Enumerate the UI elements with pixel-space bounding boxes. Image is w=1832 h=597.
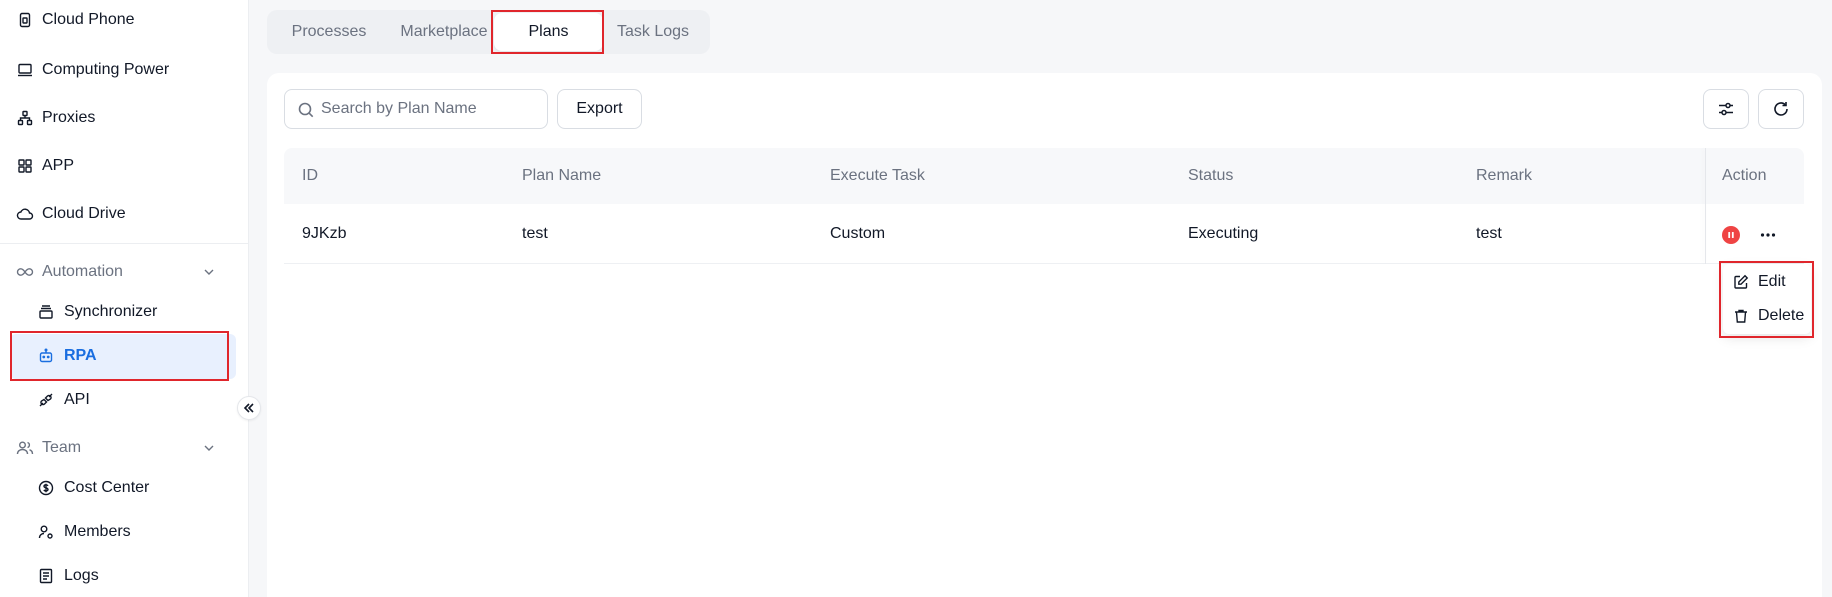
menu-item-edit[interactable]: Edit [1723,266,1811,298]
sidebar: Cloud Phone Computing Power Proxies APP … [0,0,249,597]
tab-bar: Processes Marketplace Plans Task Logs [267,10,710,54]
tab-task-logs[interactable]: Task Logs [603,10,703,54]
sidebar-item-label: Cloud Phone [42,11,135,28]
column-header-remark: Remark [1476,167,1533,184]
column-header-status: Status [1188,167,1234,184]
user-gear-icon [37,523,55,541]
double-chevron-left-icon [243,403,254,413]
sidebar-item-label: RPA [64,347,97,364]
sidebar-item-cloud-phone[interactable]: Cloud Phone [0,0,249,40]
tab-processes[interactable]: Processes [273,10,385,54]
plug-icon [37,391,55,409]
cell-id: 9JKzb [302,225,347,242]
tab-plans[interactable]: Plans [494,13,603,51]
sidebar-item-label: API [64,391,90,408]
sidebar-item-label: Members [64,523,131,540]
more-actions-button[interactable] [1756,225,1780,245]
refresh-button[interactable] [1758,89,1804,129]
filter-settings-button[interactable] [1703,89,1749,129]
sidebar-item-logs[interactable]: Logs [0,556,249,596]
collapse-sidebar-button[interactable] [237,396,261,420]
cloud-icon [16,205,34,223]
row-actions-menu: Edit Delete [1723,264,1811,334]
menu-item-label: Edit [1758,273,1786,290]
tab-marketplace[interactable]: Marketplace [385,10,503,54]
sidebar-item-label: Cloud Drive [42,205,126,222]
search-input[interactable] [321,98,541,120]
sidebar-item-cloud-drive[interactable]: Cloud Drive [0,194,249,234]
network-icon [16,109,34,127]
sidebar-item-rpa[interactable]: RPA [0,336,249,376]
sidebar-item-api[interactable]: API [0,380,249,420]
chevron-down-icon [204,269,214,275]
grid-icon [16,157,34,175]
dollar-icon [37,479,55,497]
cell-remark: test [1476,225,1502,242]
sliders-icon [1719,102,1733,116]
table-header: ID Plan Name Execute Task Status Remark … [284,148,1804,204]
menu-item-label: Delete [1758,307,1805,324]
sidebar-group-automation[interactable]: Automation [0,252,249,292]
sidebar-item-label: Proxies [42,109,96,126]
sidebar-item-proxies[interactable]: Proxies [0,98,249,138]
action-column-divider [1705,148,1706,264]
phone-icon [16,11,34,29]
trash-icon [1735,309,1747,323]
pause-icon [1728,232,1734,238]
ellipsis-icon [1760,233,1776,237]
column-header-id: ID [302,167,318,184]
sidebar-item-members[interactable]: Members [0,512,249,552]
sidebar-item-label: Cost Center [64,479,150,496]
column-header-execute-task: Execute Task [830,167,925,184]
sidebar-item-label: Logs [64,567,99,584]
sidebar-divider [0,243,249,244]
sidebar-item-computing-power[interactable]: Computing Power [0,50,249,90]
sidebar-item-synchronizer[interactable]: Synchronizer [0,292,249,332]
document-icon [37,567,55,585]
chevron-down-icon [204,445,214,451]
export-button[interactable]: Export [557,89,642,129]
infinity-icon [16,263,34,281]
search-icon [298,102,314,118]
sidebar-item-label: APP [42,157,75,174]
sidebar-group-label: Team [42,439,82,456]
pause-button[interactable] [1722,226,1740,244]
edit-icon [1734,274,1749,289]
cell-execute-task: Custom [830,225,886,242]
cell-status: Executing [1188,225,1259,242]
menu-item-delete[interactable]: Delete [1723,300,1811,332]
layers-icon [37,303,55,321]
sidebar-item-cost-center[interactable]: Cost Center [0,468,249,508]
robot-icon [37,347,55,365]
users-icon [16,439,34,457]
column-header-action: Action [1722,167,1767,184]
cell-plan-name: test [522,225,548,242]
column-header-plan-name: Plan Name [522,167,602,184]
sidebar-item-app[interactable]: APP [0,146,249,186]
sidebar-item-label: Synchronizer [64,303,158,320]
search-box [284,89,548,129]
sidebar-item-label: Computing Power [42,61,170,78]
sidebar-group-label: Automation [42,263,123,280]
refresh-icon [1774,102,1788,116]
sidebar-group-team[interactable]: Team [0,428,249,468]
monitor-icon [16,61,34,79]
table-row: 9JKzb test Custom Executing test [284,204,1804,264]
